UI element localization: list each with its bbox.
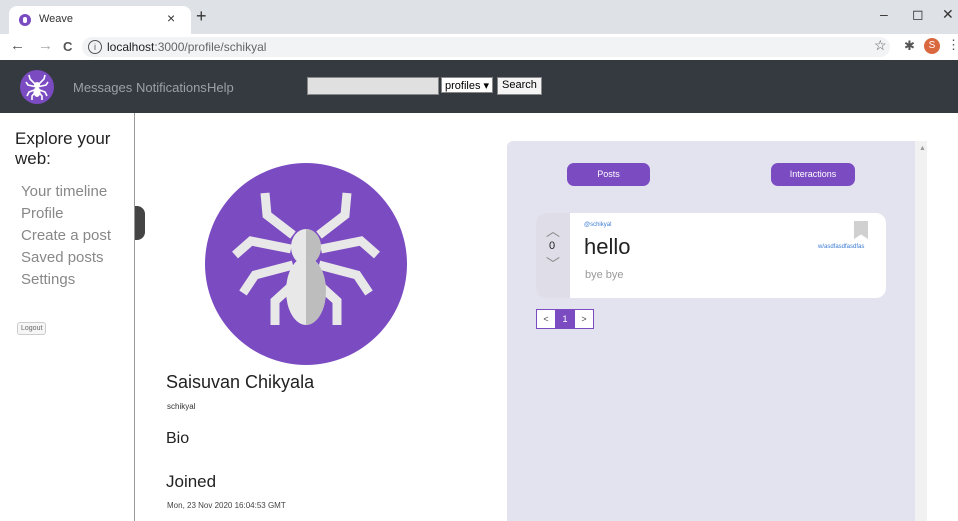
url-text: localhost:3000/profile/schikyal xyxy=(107,40,266,54)
tab-title: Weave xyxy=(39,13,74,25)
extensions-icon[interactable]: ✱ xyxy=(904,38,915,54)
sidebar: Explore your web: Your timeline Profile … xyxy=(0,113,135,521)
profile-avatar xyxy=(205,163,407,365)
browser-profile-avatar[interactable]: S xyxy=(924,38,940,54)
upvote-icon[interactable]: ︿ xyxy=(546,221,560,241)
bookmark-icon[interactable] xyxy=(854,221,868,239)
sidebar-item-timeline[interactable]: Your timeline xyxy=(21,183,107,200)
next-page-button[interactable]: > xyxy=(574,309,594,329)
close-tab-icon[interactable]: × xyxy=(167,10,175,26)
search-button[interactable]: Search xyxy=(497,77,542,95)
spider-avatar-icon xyxy=(232,192,380,325)
scroll-up-icon[interactable]: ▲ xyxy=(919,145,926,152)
weave-favicon-icon xyxy=(19,14,31,26)
browser-tab[interactable]: Weave × xyxy=(9,6,191,34)
sidebar-item-saved-posts[interactable]: Saved posts xyxy=(21,249,104,266)
search-type-select[interactable]: profiles ▾ xyxy=(441,77,493,93)
post-title[interactable]: hello xyxy=(584,234,630,260)
vote-count: 0 xyxy=(549,240,556,252)
post-author[interactable]: @schikyal xyxy=(584,222,611,228)
reload-icon[interactable]: C xyxy=(63,39,72,54)
joined-date: Mon, 23 Nov 2020 16:04:53 GMT xyxy=(167,501,286,510)
url-path: :3000/profile/schikyal xyxy=(154,40,267,54)
browser-toolbar: ← → C i localhost:3000/profile/schikyal … xyxy=(0,34,958,61)
back-icon[interactable]: ← xyxy=(10,37,25,54)
app-navbar: Messages Notifications Help profiles ▾ S… xyxy=(0,60,958,113)
forward-icon[interactable]: → xyxy=(38,37,53,54)
logout-button[interactable]: Logout xyxy=(17,322,47,335)
panel-scrollbar[interactable]: ▲ xyxy=(915,141,927,521)
close-window-icon[interactable]: ✕ xyxy=(942,6,954,23)
profile-username: schikyal xyxy=(167,402,196,411)
bookmark-star-icon[interactable]: ☆ xyxy=(874,37,887,54)
bio-heading: Bio xyxy=(166,430,190,447)
post-body: bye bye xyxy=(585,269,624,281)
nav-messages[interactable]: Messages xyxy=(73,80,132,95)
page-1-button[interactable]: 1 xyxy=(555,309,575,329)
minimize-icon[interactable]: – xyxy=(880,6,888,22)
post-web-link[interactable]: w/asdfasdfasdfas xyxy=(818,244,864,250)
joined-heading: Joined xyxy=(166,472,217,491)
maximize-icon[interactable]: ◻ xyxy=(912,6,924,23)
profile-feed-panel: Posts Interactions ︿ 0 ﹀ @schikyal hello… xyxy=(507,141,915,521)
downvote-icon[interactable]: ﹀ xyxy=(546,254,560,274)
sidebar-item-create-post[interactable]: Create a post xyxy=(21,227,111,244)
post-card[interactable]: ︿ 0 ﹀ @schikyal hello bye bye w/asdfasdf… xyxy=(536,213,886,298)
sidebar-item-settings[interactable]: Settings xyxy=(21,271,75,288)
browser-tabstrip: Weave × + – ◻ ✕ xyxy=(0,0,958,34)
new-tab-icon[interactable]: + xyxy=(196,6,207,27)
sidebar-title: Explore your web: xyxy=(15,129,111,168)
prev-page-button[interactable]: < xyxy=(536,309,556,329)
sidebar-toggle-handle[interactable] xyxy=(135,206,145,240)
url-host: localhost xyxy=(107,40,155,54)
nav-notifications[interactable]: Notifications xyxy=(136,80,207,95)
browser-menu-icon[interactable]: ⋮ xyxy=(947,37,958,53)
info-icon[interactable]: i xyxy=(88,40,102,54)
sidebar-item-profile[interactable]: Profile xyxy=(21,205,64,222)
vote-column: ︿ 0 ﹀ xyxy=(536,213,570,298)
search-input[interactable] xyxy=(307,77,439,95)
tab-interactions[interactable]: Interactions xyxy=(771,163,855,186)
nav-help[interactable]: Help xyxy=(207,80,234,95)
spider-logo-graphic xyxy=(25,74,49,100)
tab-posts[interactable]: Posts xyxy=(567,163,650,186)
address-bar[interactable]: i localhost:3000/profile/schikyal xyxy=(82,37,890,57)
profile-name: Saisuvan Chikyala xyxy=(166,372,315,392)
weave-spider-logo-icon[interactable] xyxy=(20,70,54,104)
